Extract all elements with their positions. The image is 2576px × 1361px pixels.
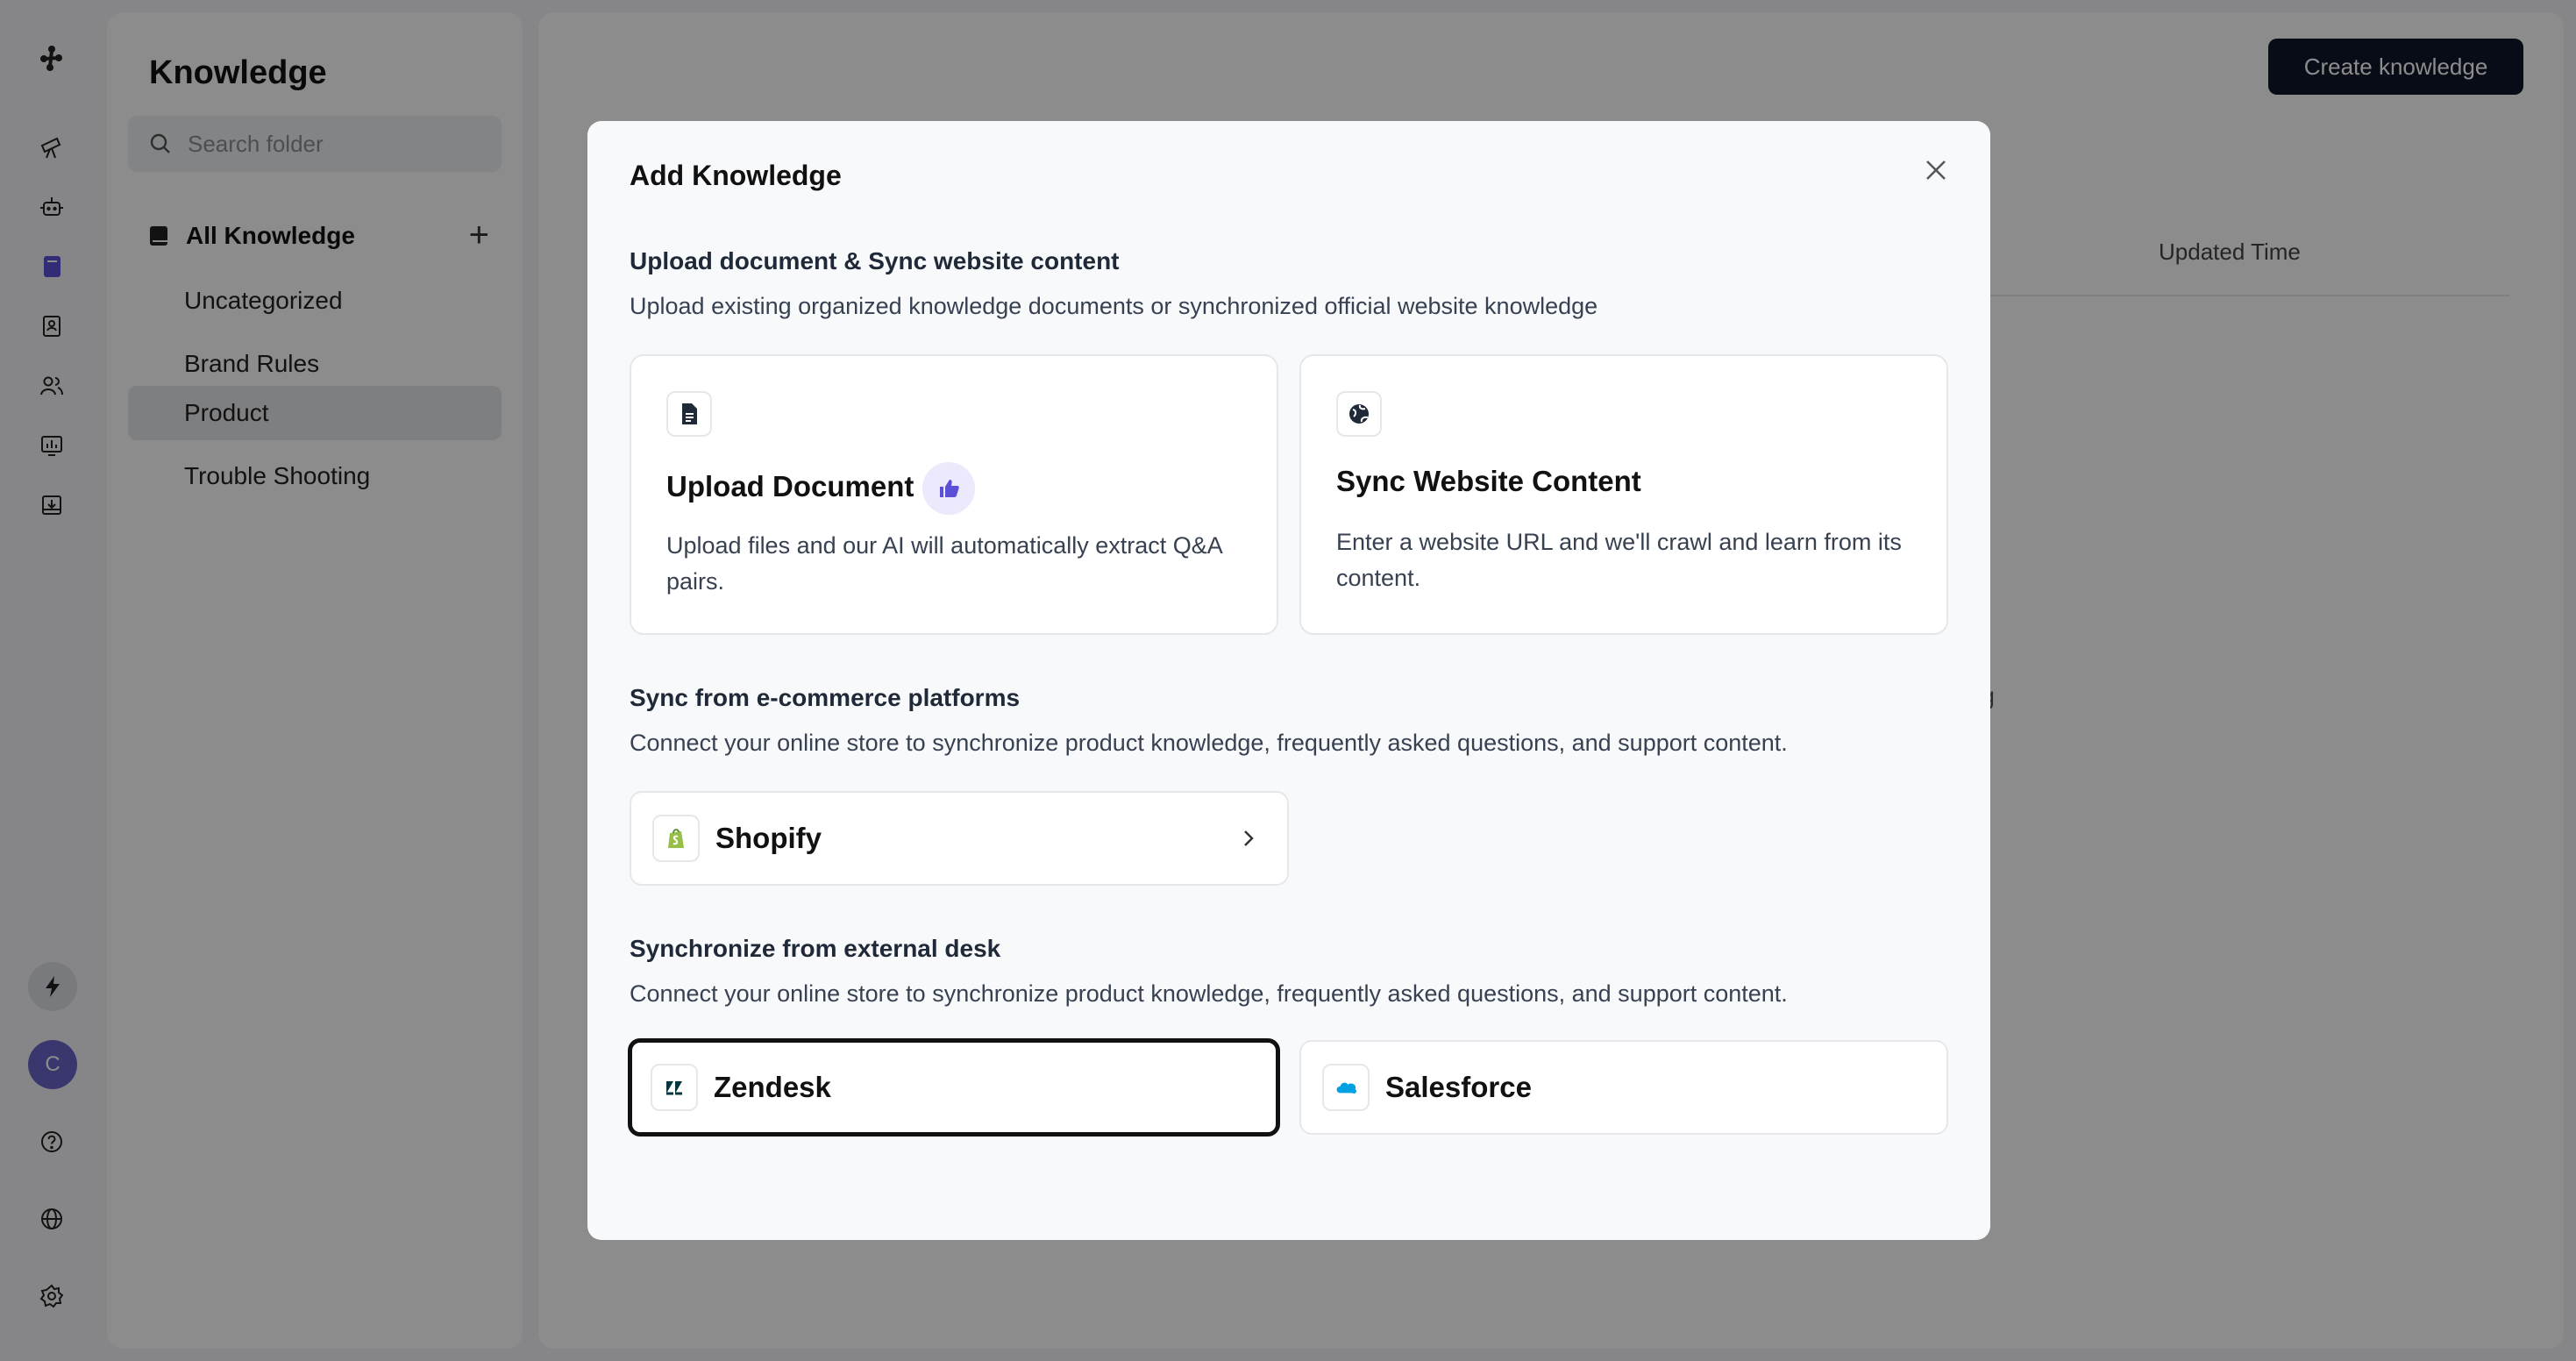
salesforce-button[interactable]: Salesforce	[1299, 1040, 1948, 1135]
section-ecommerce-title: Sync from e-commerce platforms	[630, 684, 1021, 711]
zendesk-icon	[651, 1064, 698, 1111]
section-desk-title: Synchronize from external desk	[630, 935, 1001, 962]
document-icon	[666, 391, 712, 437]
sync-website-title: Sync Website Content	[1336, 465, 1641, 497]
upload-document-desc: Upload files and our AI will automatical…	[666, 532, 1222, 595]
section-upload-title: Upload document & Sync website content	[630, 247, 1120, 274]
sync-website-card[interactable]: Sync Website Content Enter a website URL…	[1299, 354, 1948, 635]
section-upload-desc: Upload existing organized knowledge docu…	[630, 293, 1598, 319]
salesforce-cloud-icon	[1322, 1064, 1370, 1111]
add-knowledge-modal: Add Knowledge Upload document & Sync web…	[587, 121, 1990, 1240]
section-ecommerce-desc: Connect your online store to synchronize…	[630, 730, 1788, 756]
globe-icon	[1336, 391, 1382, 437]
close-icon[interactable]	[1920, 154, 1952, 186]
chevron-right-icon	[1244, 830, 1254, 846]
shopify-icon	[652, 815, 700, 862]
shopify-label: Shopify	[715, 822, 822, 854]
salesforce-label: Salesforce	[1385, 1071, 1532, 1103]
upload-document-title: Upload Document	[666, 470, 914, 502]
zendesk-button[interactable]: Zendesk	[628, 1038, 1280, 1137]
thumbs-up-icon	[922, 462, 976, 516]
zendesk-label: Zendesk	[714, 1071, 831, 1103]
sync-website-desc: Enter a website URL and we'll crawl and …	[1336, 529, 1902, 591]
upload-document-card[interactable]: Upload Document Upload files and our AI …	[630, 354, 1278, 635]
section-desk-desc: Connect your online store to synchronize…	[630, 980, 1788, 1007]
modal-title: Add Knowledge	[630, 160, 842, 191]
shopify-button[interactable]: Shopify	[630, 791, 1289, 886]
